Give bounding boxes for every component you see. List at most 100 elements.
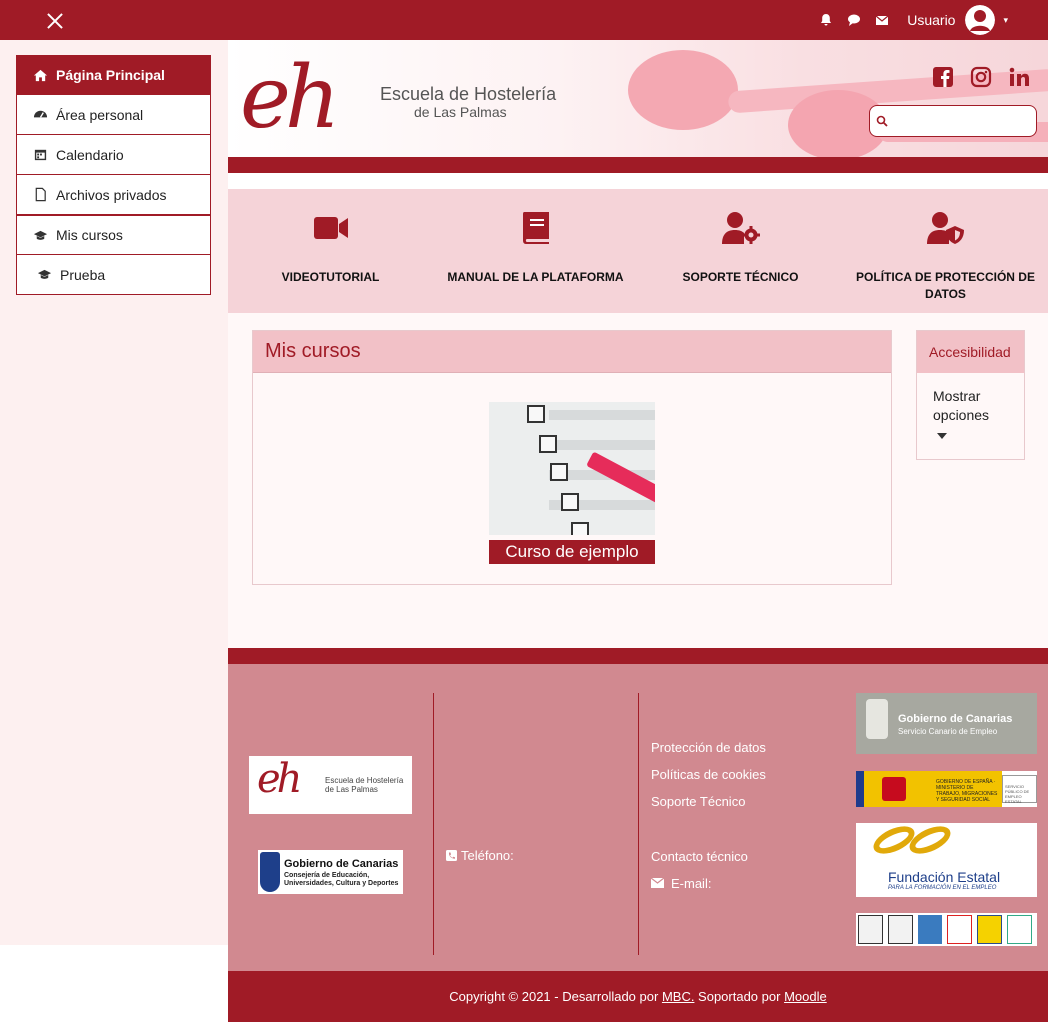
iso-9001-icon [887, 915, 913, 944]
quick-links: VIDEOTUTORIAL MANUAL DE LA PLATAFORMA SO… [228, 189, 1048, 313]
sponsor-gobierno-canarias-sce[interactable]: Gobierno de Canarias Servicio Canario de… [856, 693, 1037, 754]
site-logo-line1: Escuela de Hostelería [380, 84, 557, 104]
sponsor-gobierno-espana[interactable]: GOBIERNO DE ESPAÑA · MINISTERIO DE TRABA… [856, 771, 1037, 807]
close-icon[interactable] [44, 10, 66, 32]
footer-logo-text: Escuela de Hostelería de Las Palmas [325, 776, 404, 794]
quicklink-data-protection[interactable]: POLÍTICA DE PROTECCIÓN DE DATOS [843, 189, 1048, 313]
footer-link-cookies[interactable]: Políticas de cookies [651, 767, 766, 794]
course-image-detail [571, 522, 589, 535]
user-shield-icon [926, 212, 964, 244]
search-input[interactable] [869, 105, 1037, 137]
copyright-bar: Copyright © 2021 - Desarrollado por MBC.… [228, 971, 1048, 1022]
sidebar-item-prueba[interactable]: Prueba [16, 255, 211, 295]
iso-14001-icon [858, 915, 883, 944]
course-image-detail [550, 463, 568, 481]
accessibility-icon [917, 915, 943, 944]
course-card[interactable]: Curso de ejemplo [489, 402, 655, 564]
course-title[interactable]: Curso de ejemplo [489, 540, 655, 564]
course-image-detail [561, 493, 579, 511]
eu-flag-strip [856, 771, 864, 807]
footer-gobierno-canarias-logo[interactable]: Gobierno de Canarias Consejería de Educa… [258, 850, 403, 894]
banner-decoration [628, 50, 738, 130]
facebook-icon[interactable] [932, 66, 954, 88]
sidebar: Página Principal Área personal Calendari… [0, 40, 228, 945]
header-divider [228, 157, 1048, 173]
copyright-middle: Soportado por [694, 989, 785, 1004]
certification-seal-icon [947, 915, 973, 944]
envelope-icon [651, 878, 664, 888]
footer-school-logo[interactable]: eh Escuela de Hostelería de Las Palmas [249, 756, 412, 814]
search-icon [876, 115, 888, 127]
footer-divider-line [433, 693, 434, 955]
sponsor1-title: Gobierno de Canarias [898, 713, 1013, 725]
fundae-ring-icon [905, 820, 955, 860]
linkedin-icon[interactable] [1008, 66, 1030, 88]
phone-label: Teléfono: [461, 848, 514, 863]
quicklink-label: MANUAL DE LA PLATAFORMA [447, 270, 624, 284]
quicklink-support[interactable]: SOPORTE TÉCNICO [638, 189, 843, 313]
show-options-label[interactable]: Mostrar opciones [933, 388, 989, 423]
sidebar-item-calendar[interactable]: Calendario [16, 135, 211, 175]
block-title: Mis cursos [253, 331, 891, 373]
contact-email: E-mail: [651, 876, 748, 903]
file-icon [35, 187, 46, 202]
user-avatar-icon[interactable] [965, 5, 996, 35]
sponsor-fundacion-estatal[interactable]: Fundación Estatal PARA LA FORMACIÓN EN E… [856, 820, 1037, 897]
course-image-detail [539, 435, 557, 453]
sidebar-item-label: Archivos privados [56, 186, 167, 203]
site-logo-line2: de Las Palmas [414, 104, 507, 120]
home-icon [33, 69, 48, 81]
footer-links: Protección de datos Políticas de cookies… [651, 740, 766, 821]
canarias-crest-icon [866, 699, 888, 739]
bell-icon[interactable] [819, 13, 833, 27]
footer-logo2-title: Gobierno de Canarias [284, 858, 399, 870]
sidebar-item-home[interactable]: Página Principal [16, 55, 211, 95]
canarias-shield-icon [260, 852, 280, 892]
phone-icon [446, 850, 457, 861]
emas-icon [1007, 915, 1032, 944]
top-bar-actions: Usuario ▾ [819, 0, 1048, 40]
top-bar: Usuario ▾ [0, 0, 1048, 40]
user-gear-icon [721, 212, 760, 244]
sidebar-item-label: Área personal [56, 106, 144, 123]
footer-link-data-protection[interactable]: Protección de datos [651, 740, 766, 767]
sidebar-item-dashboard[interactable]: Área personal [16, 95, 211, 135]
sponsor3-title: Fundación Estatal [888, 869, 1001, 885]
course-image-detail [527, 405, 545, 423]
show-options-toggle[interactable]: Mostrar opciones [917, 373, 1024, 458]
sponsor1-sub: Servicio Canario de Empleo [898, 727, 998, 736]
sponsor2-text: GOBIERNO DE ESPAÑA · MINISTERIO DE TRABA… [932, 771, 1002, 807]
footer-phone: Teléfono: [446, 848, 514, 863]
certification-logos [856, 913, 1037, 946]
sidebar-item-my-courses[interactable]: Mis cursos [16, 215, 211, 255]
book-icon [522, 212, 549, 244]
quicklink-manual[interactable]: MANUAL DE LA PLATAFORMA [433, 189, 638, 313]
footer-logo2-sub: Consejería de Educación, Universidades, … [284, 872, 399, 887]
quicklink-label: SOPORTE TÉCNICO [682, 270, 799, 284]
site-logo[interactable]: eh [240, 48, 340, 148]
contact-title: Contacto técnico [651, 849, 748, 864]
copyright-prefix: Copyright © 2021 - Desarrollado por [449, 989, 662, 1004]
graduation-cap-icon [37, 269, 52, 279]
graduation-cap-icon [33, 230, 48, 240]
caret-down-icon[interactable]: ▾ [1003, 15, 1008, 26]
moodle-link[interactable]: Moodle [784, 989, 827, 1004]
caret-down-icon[interactable] [937, 433, 947, 439]
course-image-detail [549, 440, 655, 450]
sidebar-nav: Página Principal Área personal Calendari… [16, 55, 211, 295]
quicklink-videotutorial[interactable]: VIDEOTUTORIAL [228, 189, 433, 313]
mbc-link[interactable]: MBC. [662, 989, 695, 1004]
email-label: E-mail: [671, 876, 712, 891]
instagram-icon[interactable] [970, 66, 992, 88]
sidebar-item-label: Calendario [56, 146, 124, 163]
my-courses-block: Mis cursos Curso de ejemplo [252, 330, 892, 585]
envelope-icon[interactable] [875, 13, 889, 27]
sidebar-item-private-files[interactable]: Archivos privados [16, 175, 211, 215]
course-image[interactable] [489, 402, 655, 535]
dashboard-icon [33, 110, 48, 118]
footer-link-support[interactable]: Soporte Técnico [651, 794, 766, 821]
sponsor2-sub: SERVICIO PÚBLICO DE EMPLEO ESTATAL [1002, 775, 1037, 804]
calendar-icon [34, 149, 47, 161]
user-name[interactable]: Usuario [907, 12, 955, 28]
chat-icon[interactable] [847, 13, 861, 27]
